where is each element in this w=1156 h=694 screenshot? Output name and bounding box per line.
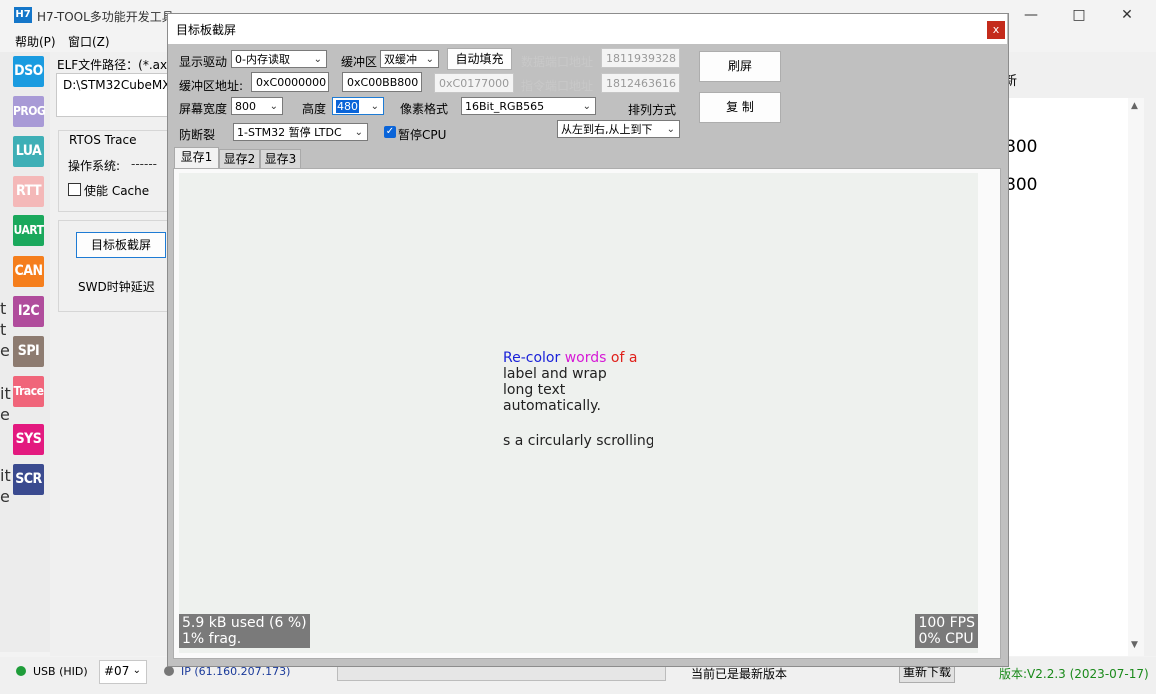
cmd-port-label: 指令端口地址 — [521, 79, 594, 93]
bufaddr3-field[interactable]: 0xC0177000 — [434, 73, 514, 93]
minimize-icon[interactable]: — — [1008, 0, 1054, 30]
dialog-title: 目标板截屏 — [176, 23, 237, 37]
tool-sys-button[interactable]: SYS — [13, 424, 44, 455]
tab-framebuffer-1[interactable]: 显存1 — [174, 147, 219, 169]
tool-spi-button[interactable]: SPI — [13, 336, 44, 367]
swd-delay-label: SWD时钟延迟 — [78, 280, 155, 294]
driver-select[interactable]: 0-内存读取 ⌄ — [231, 50, 327, 68]
autofill-button[interactable]: 自动填充 — [447, 48, 512, 70]
width-label: 屏幕宽度 — [179, 102, 228, 116]
refresh-button[interactable]: 刷屏 — [699, 51, 781, 82]
tool-lua-button[interactable]: LUA — [13, 136, 44, 167]
tool-prog-button[interactable]: PROG — [13, 96, 46, 127]
scroll-down-icon[interactable]: ▼ — [1131, 640, 1138, 650]
lcd-perf-monitor: 100 FPS 0% CPU — [915, 614, 978, 648]
usb-status-icon — [16, 666, 26, 676]
cache-checkbox[interactable] — [68, 183, 81, 196]
lcd-screen-capture: Re-color words of a label and wrap long … — [179, 173, 978, 653]
chevron-down-icon: ⌄ — [132, 665, 141, 676]
bufaddr2-field[interactable]: 0xC00BB800 — [342, 72, 422, 92]
pixel-format-label: 像素格式 — [400, 102, 449, 116]
cache-label: 使能 Cache — [84, 184, 150, 198]
pause-cpu-checkbox[interactable]: ✓ — [384, 126, 396, 138]
elf-path-label: ELF文件路径：(*.axf) — [57, 58, 177, 72]
bufaddr1-field[interactable]: 0xC0000000 — [251, 72, 329, 92]
tear-label: 防断裂 — [179, 128, 216, 142]
tool-can-button[interactable]: CAN — [13, 256, 44, 287]
tool-scr-button[interactable]: SCR — [13, 464, 44, 495]
lcd-mem-monitor: 5.9 kB used (6 %) 1% frag. — [179, 614, 310, 648]
order-select[interactable]: 从左到右,从上到下 ⌄ — [557, 120, 680, 138]
lcd-wrap-text: Re-color words of a label and wrap long … — [503, 350, 663, 414]
version-label: 版本:V2.2.3 (2023-07-17) — [999, 667, 1149, 681]
port-select[interactable]: #07 ⌄ — [99, 660, 147, 684]
usb-status: USB (HID) — [33, 665, 88, 678]
chevron-down-icon: ⌄ — [354, 127, 363, 138]
maximize-icon[interactable]: □ — [1056, 0, 1102, 30]
pixel-format-select[interactable]: 16Bit_RGB565 ⌄ — [461, 97, 596, 115]
chevron-down-icon: ⌄ — [370, 101, 379, 112]
dialog-close-button[interactable]: x — [987, 21, 1005, 39]
data-port-field[interactable]: 1811939328 — [601, 48, 680, 68]
right-text-800a: 800 — [1005, 137, 1038, 157]
tool-uart-button[interactable]: UART — [13, 215, 44, 246]
cmd-port-field[interactable]: 1812463616 — [601, 73, 680, 93]
menu-window[interactable]: 窗口(Z) — [68, 33, 110, 50]
tab-framebuffer-2[interactable]: 显存2 — [219, 149, 260, 168]
left-fragments: tte it e it e — [0, 299, 11, 506]
chevron-down-icon: ⌄ — [313, 54, 322, 65]
port-value: #07 — [104, 664, 130, 678]
height-label: 高度 — [302, 102, 327, 116]
data-port-label: 数据端口地址 — [521, 55, 594, 69]
elf-path-value: D:\STM32CubeMX — [63, 78, 171, 92]
version-status: 当前已是最新版本 — [691, 667, 788, 681]
width-select[interactable]: 800 ⌄ — [231, 97, 283, 115]
os-label: 操作系统: — [68, 159, 121, 173]
dialog-titlebar — [168, 14, 1007, 44]
chevron-down-icon: ⌄ — [582, 101, 591, 112]
lcd-scroll-text: s a circularly scrolling — [503, 433, 653, 449]
height-select[interactable]: 480 ⌄ — [332, 97, 384, 115]
lcd-recolor-line: Re-color words of a — [503, 350, 638, 366]
os-value: ------ — [131, 157, 157, 171]
right-text-800b: 800 — [1005, 175, 1038, 195]
screenshot-button[interactable]: 目标板截屏 — [76, 232, 166, 258]
copy-button[interactable]: 复 制 — [699, 92, 781, 123]
chevron-down-icon: ⌄ — [269, 101, 278, 112]
ip-status-icon — [164, 666, 174, 676]
pause-cpu-label: 暂停CPU — [398, 128, 447, 142]
buffer-label: 缓冲区 — [341, 55, 378, 69]
chevron-down-icon: ⌄ — [425, 54, 434, 65]
close-window-icon[interactable]: ✕ — [1104, 0, 1150, 30]
tab-framebuffer-3[interactable]: 显存3 — [260, 149, 301, 168]
tool-dso-button[interactable]: DSO — [13, 56, 44, 87]
tear-select[interactable]: 1-STM32 暂停 LTDC ⌄ — [233, 123, 368, 141]
buffer-select[interactable]: 双缓冲 ⌄ — [380, 50, 439, 68]
app-logo-icon: H7 — [14, 7, 32, 23]
order-label: 排列方式 — [628, 103, 677, 117]
rtos-title: RTOS Trace — [66, 133, 140, 147]
tool-i2c-button[interactable]: I2C — [13, 296, 44, 327]
driver-label: 显示驱动 — [179, 55, 228, 69]
scroll-up-icon[interactable]: ▲ — [1131, 101, 1138, 111]
bufaddr-label: 缓冲区地址: — [179, 79, 244, 93]
menu-help[interactable]: 帮助(P) — [15, 33, 56, 50]
tool-rtt-button[interactable]: RTT — [13, 176, 44, 207]
tool-trace-button[interactable]: Trace — [13, 376, 44, 407]
app-title: H7-TOOL多功能开发工具 — [37, 10, 174, 24]
chevron-down-icon: ⌄ — [666, 124, 675, 135]
right-scrollbar[interactable] — [1128, 98, 1144, 656]
